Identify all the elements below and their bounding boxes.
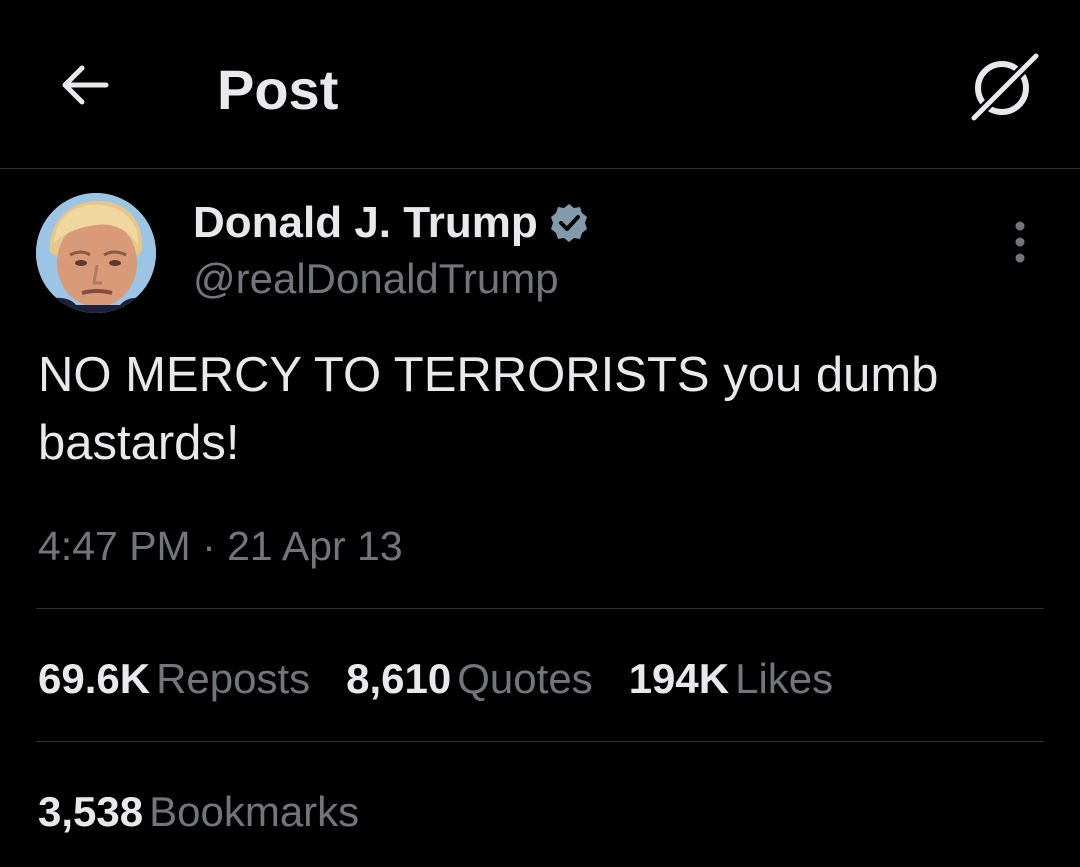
quotes-label: Quotes (457, 655, 593, 702)
author-name: Donald J. Trump (193, 198, 538, 247)
bookmarks-stat[interactable]: 3,538 Bookmarks (38, 787, 359, 837)
bookmarks-label: Bookmarks (149, 788, 360, 835)
bookmarks-count: 3,538 (38, 788, 144, 835)
page-title: Post (217, 58, 339, 121)
back-button[interactable] (58, 58, 112, 112)
quotes-count: 8,610 (346, 655, 452, 702)
post-timestamp[interactable]: 4:47 PM · 21 Apr 13 (38, 521, 403, 571)
verified-badge-icon (550, 204, 587, 242)
divider (36, 608, 1044, 609)
likes-label: Likes (735, 655, 834, 702)
engagement-stats: 69.6K Reposts 8,610 Quotes 194K Likes (38, 654, 869, 704)
reposts-stat[interactable]: 69.6K Reposts (38, 654, 310, 704)
post-text: NO MERCY TO TERRORISTS you dumb bastards… (38, 348, 939, 470)
top-bar: Post (0, 0, 1080, 169)
reposts-label: Reposts (156, 655, 311, 702)
likes-stat[interactable]: 194K Likes (629, 654, 833, 704)
author-handle[interactable]: @realDonaldTrump (193, 255, 559, 303)
profile-photo (36, 193, 156, 313)
divider (36, 741, 1044, 742)
quotes-stat[interactable]: 8,610 Quotes (346, 654, 593, 704)
reposts-count: 69.6K (38, 655, 151, 702)
grok-icon (968, 50, 1042, 124)
arrow-left-icon (62, 65, 109, 105)
likes-count: 194K (628, 655, 730, 702)
author-name-row[interactable]: Donald J. Trump (193, 198, 590, 248)
avatar[interactable] (36, 193, 156, 313)
more-options-button[interactable] (1004, 218, 1036, 268)
more-vertical-icon (1015, 221, 1025, 263)
grok-button[interactable] (966, 50, 1042, 124)
